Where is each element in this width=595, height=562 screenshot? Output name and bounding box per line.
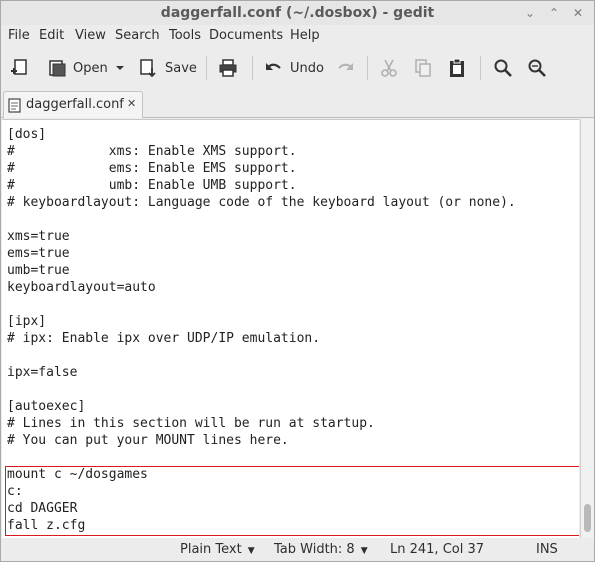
open-button[interactable]: Open <box>47 53 108 83</box>
minimize-button[interactable]: ⌄ <box>523 6 537 20</box>
cut-button[interactable] <box>379 53 399 83</box>
menu-file[interactable]: File <box>8 28 30 43</box>
save-label: Save <box>165 60 197 76</box>
toolbar-separator <box>367 56 368 80</box>
print-button[interactable] <box>218 53 238 83</box>
code-line: [autoexec] <box>7 399 86 414</box>
menu-view[interactable]: View <box>75 28 106 43</box>
new-button[interactable] <box>9 53 29 83</box>
open-label: Open <box>73 60 108 76</box>
menu-help[interactable]: Help <box>290 28 320 43</box>
text-file-icon <box>8 98 21 113</box>
undo-label: Undo <box>290 60 324 76</box>
title-bar[interactable]: daggerfall.conf (~/.dosbox) - gedit ⌄ ⌃ … <box>1 1 594 25</box>
dropdown-arrow-icon <box>116 66 124 70</box>
code-line: mount c ~/dosgames <box>7 467 148 482</box>
menu-tools[interactable]: Tools <box>169 28 201 43</box>
close-tab-icon[interactable]: ✕ <box>127 97 136 110</box>
status-bar: Plain Text ▼ Tab Width: 8 ▼ Ln 241, Col 37… <box>1 538 594 561</box>
copy-button[interactable] <box>413 53 433 83</box>
save-icon <box>140 59 156 78</box>
tab-width-label: Tab Width: 8 <box>274 542 355 557</box>
find-button[interactable] <box>493 53 513 83</box>
dropdown-arrow-icon: ▼ <box>247 546 255 556</box>
code-line: ems=true <box>7 246 70 261</box>
vertical-scrollbar[interactable] <box>580 119 594 538</box>
tab-label: daggerfall.conf <box>26 97 124 112</box>
toolbar-separator <box>206 56 207 80</box>
open-icon <box>49 60 66 77</box>
menu-documents[interactable]: Documents <box>209 28 283 43</box>
scrollbar-thumb[interactable] <box>584 504 591 532</box>
code-line: c: <box>7 484 23 499</box>
cut-icon <box>381 59 397 77</box>
code-line: cd DAGGER <box>7 501 78 516</box>
find-replace-icon <box>528 59 546 77</box>
maximize-button[interactable]: ⌃ <box>547 6 561 20</box>
language-selector[interactable]: Plain Text ▼ <box>180 542 255 557</box>
code-line: # ipx: Enable ipx over UDP/IP emulation. <box>7 331 321 346</box>
code-line: # ems: Enable EMS support. <box>7 161 297 176</box>
open-recent-dropdown[interactable] <box>113 53 127 83</box>
insert-mode: INS <box>536 542 558 557</box>
code-line: # umb: Enable UMB support. <box>7 178 297 193</box>
window-title: daggerfall.conf (~/.dosbox) - gedit <box>160 5 435 21</box>
paste-button[interactable] <box>447 53 467 83</box>
dropdown-arrow-icon: ▼ <box>360 546 368 556</box>
code-line: fall z.cfg <box>7 518 86 533</box>
code-line: ipx=false <box>7 365 78 380</box>
gedit-window: daggerfall.conf (~/.dosbox) - gedit ⌄ ⌃ … <box>0 0 595 562</box>
code-line: # Lines in this section will be run at s… <box>7 416 375 431</box>
save-button[interactable]: Save <box>139 53 197 83</box>
menu-search[interactable]: Search <box>115 28 160 43</box>
code-line: xms=true <box>7 229 70 244</box>
close-window-button[interactable]: ✕ <box>571 6 585 20</box>
cursor-position: Ln 241, Col 37 <box>390 542 485 557</box>
redo-button[interactable] <box>335 53 355 83</box>
printer-icon <box>219 59 237 77</box>
code-line: keyboardlayout=auto <box>7 280 156 295</box>
paste-icon <box>450 58 464 77</box>
find-icon <box>494 59 512 77</box>
undo-icon <box>266 63 281 70</box>
tab-width-selector[interactable]: Tab Width: 8 ▼ <box>274 542 368 557</box>
code-line: umb=true <box>7 263 70 278</box>
document-tab-bar: daggerfall.conf ✕ <box>1 89 594 118</box>
code-line: # xms: Enable XMS support. <box>7 144 297 159</box>
code-line: # keyboardlayout: Language code of the k… <box>7 195 516 210</box>
code-line: [ipx] <box>7 314 47 329</box>
toolbar-separator <box>480 56 481 80</box>
redo-icon <box>338 63 353 70</box>
code-line: # You can put your MOUNT lines here. <box>7 433 289 448</box>
text-editor[interactable]: [dos] # xms: Enable XMS support. # ems: En… <box>2 119 579 539</box>
language-label: Plain Text <box>180 542 242 557</box>
menu-bar: File Edit View Search Tools Documents He… <box>1 25 594 47</box>
toolbar: Open Save Undo <box>1 48 594 88</box>
toolbar-separator <box>252 56 253 80</box>
menu-edit[interactable]: Edit <box>39 28 64 43</box>
document-tab[interactable]: daggerfall.conf ✕ <box>3 91 143 118</box>
code-line: [dos] <box>7 127 47 142</box>
find-replace-button[interactable] <box>527 53 547 83</box>
copy-icon <box>415 59 431 77</box>
undo-button[interactable]: Undo <box>264 53 324 83</box>
new-document-icon <box>11 59 27 75</box>
